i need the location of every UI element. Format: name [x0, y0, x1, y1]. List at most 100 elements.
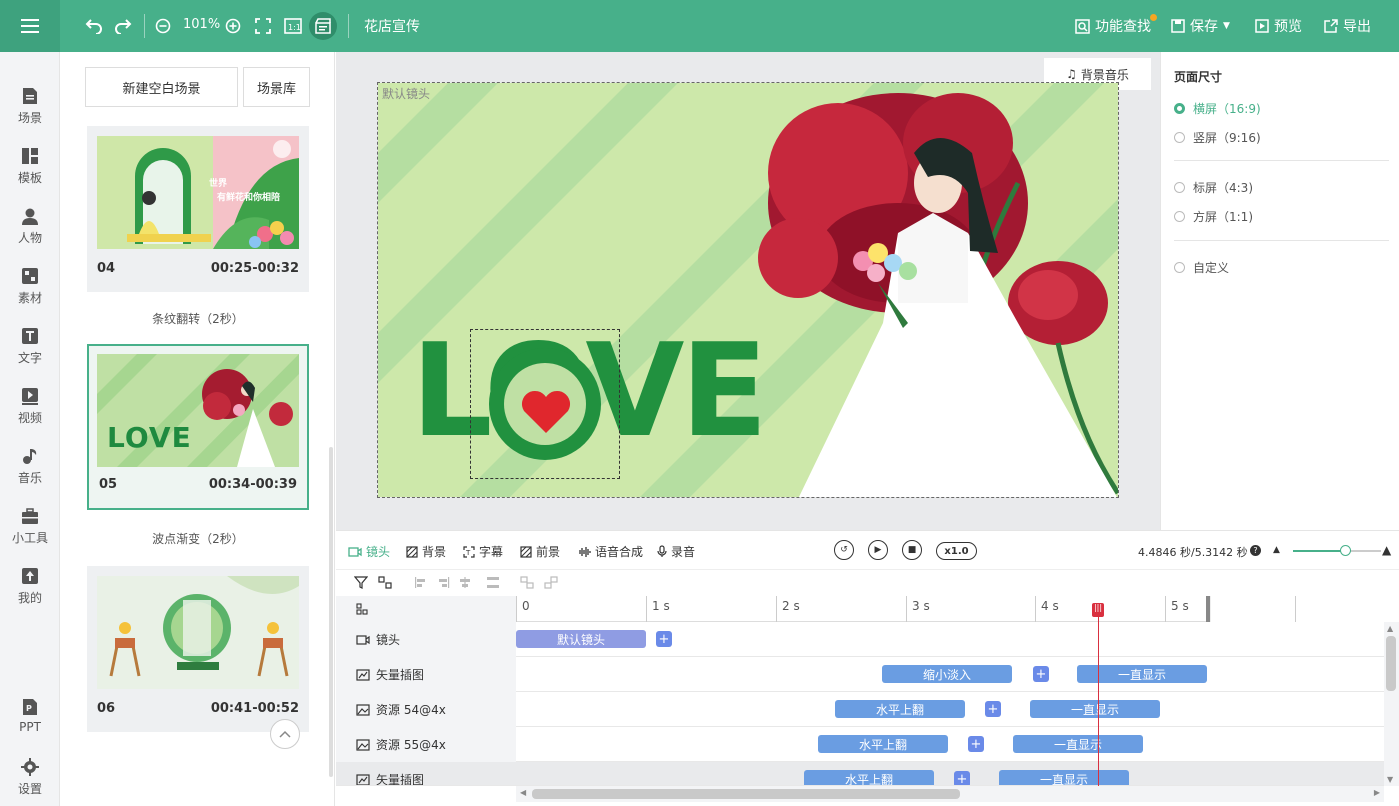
ungroup-icon[interactable] — [544, 576, 558, 589]
layers-icon[interactable] — [356, 603, 368, 615]
timeline-row-vector-1[interactable]: 矢量插图 缩小淡入 + 一直显示 — [336, 657, 1386, 692]
playback-speed[interactable]: x1.0 — [936, 542, 977, 560]
canvas-area: ♫ 背景音乐 默认镜头 — [336, 52, 1160, 530]
sidebar-item-ppt[interactable]: P PPT — [0, 689, 60, 745]
timeline-row-resource-55[interactable]: 资源 55@4x 水平上翻 + 一直显示 — [336, 727, 1386, 762]
scene-card-04[interactable]: 世界 有鲜花和你相陪 04 00:25-00:32 — [87, 126, 309, 292]
redo-icon[interactable] — [111, 14, 135, 38]
sidebar-item-video[interactable]: 视频 — [0, 378, 60, 434]
heart-icon[interactable] — [470, 329, 620, 479]
clip-animation[interactable]: 一直显示 — [1077, 665, 1207, 683]
timeline-horizontal-scrollbar[interactable]: ◀ ▶ — [516, 786, 1384, 802]
timeline-row-lens[interactable]: 镜头 默认镜头 + — [336, 622, 1386, 657]
clip-animation[interactable]: 一直显示 — [1030, 700, 1160, 718]
scroll-left-icon[interactable]: ◀ — [520, 788, 526, 797]
scrollbar-thumb[interactable] — [1386, 636, 1396, 691]
divider — [1174, 160, 1389, 161]
zoom-large-icon[interactable]: ▲ — [1382, 543, 1391, 557]
distribute-icon[interactable] — [486, 576, 500, 589]
new-blank-scene-button[interactable]: 新建空白场景 — [85, 67, 238, 107]
tab-record[interactable]: 录音 — [657, 543, 695, 560]
timeline-row-resource-54[interactable]: 资源 54@4x 水平上翻 + 一直显示 — [336, 692, 1386, 727]
slider-thumb[interactable] — [1340, 545, 1351, 556]
tab-background[interactable]: 背景 — [406, 543, 446, 560]
help-icon[interactable]: ? — [1250, 545, 1261, 556]
clip-animation[interactable]: 一直显示 — [999, 770, 1129, 785]
clip-animation[interactable]: 水平上翻 — [835, 700, 965, 718]
scroll-down-icon[interactable]: ▼ — [1387, 775, 1393, 784]
scroll-right-icon[interactable]: ▶ — [1374, 788, 1380, 797]
add-clip-button[interactable]: + — [985, 701, 1001, 717]
transition-label[interactable]: 条纹翻转（2秒） — [87, 310, 309, 327]
play-button[interactable]: ▶ — [868, 540, 888, 560]
add-clip-button[interactable]: + — [954, 771, 970, 785]
zoom-small-icon[interactable]: ▲ — [1273, 545, 1280, 555]
page-size-option-landscape[interactable]: 横屏（16:9) — [1174, 100, 1261, 117]
group-icon[interactable] — [520, 576, 534, 589]
tab-label: 镜头 — [366, 545, 391, 559]
scroll-to-top-button[interactable] — [270, 719, 300, 749]
sidebar-item-text[interactable]: 文字 — [0, 318, 60, 374]
align-right-icon[interactable] — [436, 576, 450, 589]
export-button[interactable]: 导出 — [1324, 16, 1371, 36]
timeline-ruler[interactable]: 0 1 s 2 s 3 s 4 s 5 s — [516, 596, 1399, 622]
timeline-zoom-slider[interactable] — [1293, 545, 1381, 556]
save-button[interactable]: 保存 ▼ — [1171, 16, 1230, 36]
playhead-handle[interactable]: ||| — [1092, 603, 1104, 617]
clip-animation[interactable]: 一直显示 — [1013, 735, 1143, 753]
zoom-out-icon[interactable] — [151, 14, 175, 38]
sidebar-item-scene[interactable]: 场景 — [0, 78, 60, 134]
add-clip-button[interactable]: + — [1033, 666, 1049, 682]
vector-illustration-icon — [356, 773, 370, 785]
clip-animation[interactable]: 水平上翻 — [818, 735, 948, 753]
clip-default-lens[interactable]: 默认镜头 — [516, 630, 646, 648]
fullscreen-icon[interactable] — [251, 14, 275, 38]
scene-card-06[interactable]: 06 00:41-00:52 — [87, 566, 309, 732]
timeline-row-vector-2[interactable]: 矢量插图 水平上翻 + 一直显示 — [336, 762, 1386, 786]
sidebar-item-person[interactable]: 人物 — [0, 198, 60, 254]
stage[interactable]: LOVE 默认镜头 — [377, 82, 1119, 498]
align-icon[interactable] — [378, 576, 392, 589]
project-title[interactable]: 花店宣传 — [364, 16, 420, 36]
scene-panel-scrollbar[interactable] — [329, 447, 333, 777]
align-center-icon[interactable] — [458, 576, 472, 589]
scrollbar-thumb[interactable] — [532, 789, 960, 799]
tab-lens[interactable]: 镜头 — [348, 543, 390, 560]
tab-tts[interactable]: 语音合成 — [577, 543, 643, 560]
preview-button[interactable]: 预览 — [1255, 16, 1302, 36]
clip-animation[interactable]: 水平上翻 — [804, 770, 934, 785]
align-left-icon[interactable] — [414, 576, 428, 589]
tab-foreground[interactable]: 前景 — [520, 543, 560, 560]
page-size-option-custom[interactable]: 自定义 — [1174, 259, 1229, 276]
page-size-option-square[interactable]: 方屏（1:1) — [1174, 208, 1253, 225]
timeline-vertical-scrollbar[interactable]: ▲ ▼ — [1384, 622, 1399, 786]
menu-button[interactable] — [0, 0, 60, 52]
page-size-option-portrait[interactable]: 竖屏（9:16) — [1174, 129, 1261, 146]
scroll-up-icon[interactable]: ▲ — [1387, 624, 1393, 633]
replay-button[interactable]: ↺ — [834, 540, 854, 560]
filter-icon[interactable] — [354, 576, 368, 589]
divider — [1174, 240, 1389, 241]
sidebar-item-toolbox[interactable]: 小工具 — [0, 498, 60, 554]
sidebar-item-music[interactable]: 音乐 — [0, 438, 60, 494]
add-clip-button[interactable]: + — [656, 631, 672, 647]
sidebar-item-material[interactable]: 素材 — [0, 258, 60, 314]
stop-button[interactable]: ■ — [902, 540, 922, 560]
sidebar-item-settings[interactable]: 设置 — [0, 749, 60, 805]
page-size-option-standard[interactable]: 标屏（4:3) — [1174, 179, 1253, 196]
sidebar-item-template[interactable]: 模板 — [0, 138, 60, 194]
scene-card-05[interactable]: LOVE 05 00:34-00:39 — [87, 344, 309, 510]
actual-size-icon[interactable]: 1:1 — [281, 14, 305, 38]
transition-label[interactable]: 波点渐变（2秒） — [87, 530, 309, 547]
undo-icon[interactable] — [82, 14, 106, 38]
clip-animation[interactable]: 缩小淡入 — [882, 665, 1012, 683]
image-icon — [356, 738, 370, 751]
subtitle-panel-button[interactable] — [309, 12, 337, 40]
add-clip-button[interactable]: + — [968, 736, 984, 752]
find-feature-button[interactable]: 功能查找 — [1075, 16, 1151, 36]
scene-library-button[interactable]: 场景库 — [243, 67, 310, 107]
zoom-in-icon[interactable] — [221, 14, 245, 38]
tab-subtitle[interactable]: T 字幕 — [463, 543, 503, 560]
sidebar-item-my[interactable]: 我的 — [0, 558, 60, 614]
material-icon — [20, 266, 40, 286]
